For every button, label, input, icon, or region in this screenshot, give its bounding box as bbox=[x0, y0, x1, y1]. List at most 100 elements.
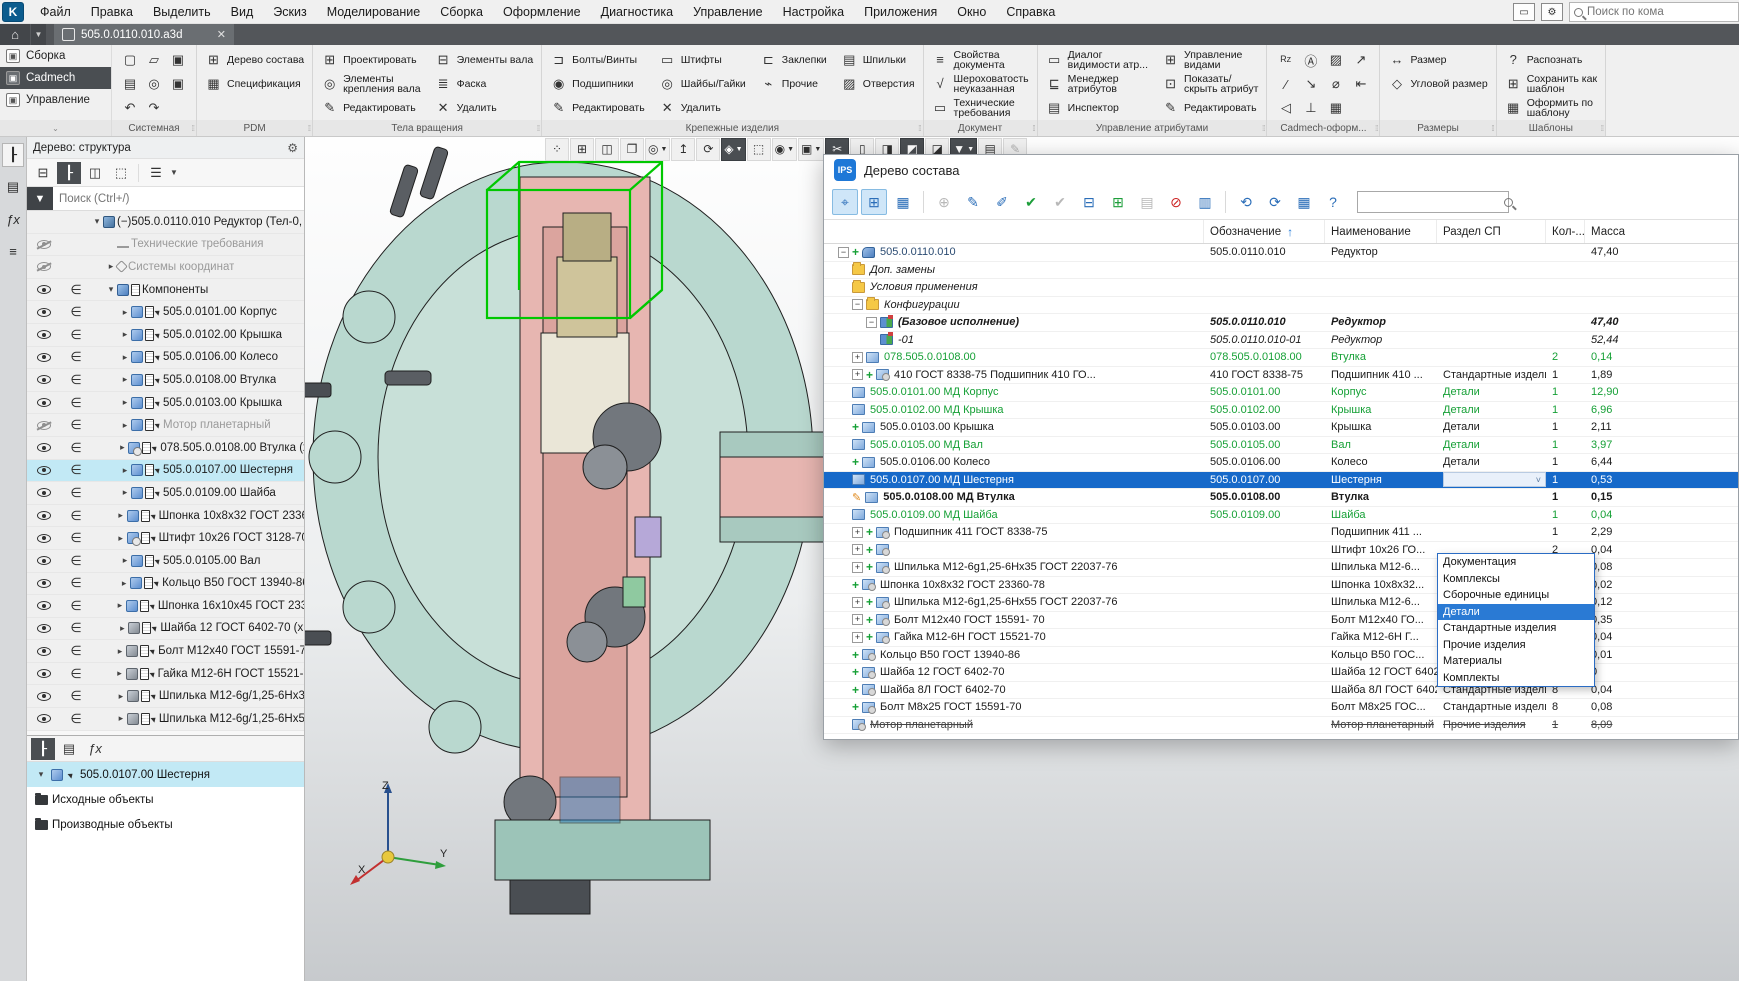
ribbon-tool-icon[interactable]: ∕ bbox=[1285, 77, 1287, 92]
home-icon[interactable]: ⌂ bbox=[0, 24, 30, 45]
table-row[interactable]: ++Подшипник 411 ГОСТ 8338-75Подшипник 41… bbox=[824, 524, 1738, 542]
ribbon-button[interactable]: ✎Редактировать bbox=[319, 96, 422, 120]
table-row[interactable]: 505.0.0107.00 МД Шестерня505.0.0107.00Ше… bbox=[824, 472, 1738, 490]
composition-tool-icon[interactable]: ⊘ bbox=[1163, 189, 1189, 215]
ribbon-tool-icon[interactable]: ᴿᶻ bbox=[1281, 53, 1292, 68]
ribbon-tab-управление[interactable]: ▣Управление bbox=[0, 89, 111, 111]
tree-panel-icon[interactable]: ┠ bbox=[2, 143, 24, 167]
composition-search-input[interactable] bbox=[1362, 196, 1504, 208]
menu-item-выделить[interactable]: Выделить bbox=[143, 0, 221, 24]
ribbon-tool-icon[interactable]: Ⓐ bbox=[1304, 51, 1317, 70]
menu-item-сборка[interactable]: Сборка bbox=[430, 0, 493, 24]
ribbon-tool-icon[interactable]: ⇤ bbox=[1355, 76, 1366, 92]
expander-icon[interactable]: ▸ bbox=[119, 307, 131, 318]
subpanel-fx-tab-icon[interactable]: ƒx bbox=[83, 738, 107, 760]
ribbon-tool-icon[interactable]: ↘ bbox=[1305, 76, 1316, 92]
viewport-tool-icon[interactable]: ◫ bbox=[595, 138, 619, 161]
ribbon-button[interactable]: ⊞Сохранить как шаблон bbox=[1503, 72, 1599, 96]
table-row[interactable]: ++Штифт 10x26 ГО...20,04 bbox=[824, 542, 1738, 560]
visibility-eye-icon[interactable] bbox=[37, 308, 51, 317]
ribbon-tool-icon[interactable]: ▦ bbox=[1330, 100, 1342, 116]
tree-item[interactable]: ▾(−)505.0.0110.010 Редуктор (Тел-0, С bbox=[27, 211, 304, 234]
expander-box-icon[interactable]: − bbox=[852, 299, 863, 310]
ribbon-tool-icon[interactable]: ▨ bbox=[1330, 52, 1342, 68]
column-section[interactable]: Раздел СП bbox=[1437, 220, 1546, 243]
composition-tool-icon[interactable]: ▤ bbox=[1134, 189, 1160, 215]
ribbon-tool-icon[interactable]: ↶ bbox=[125, 100, 136, 116]
ribbon-button[interactable]: ◎Шайбы/Гайки bbox=[657, 72, 748, 96]
visibility-eye-icon[interactable] bbox=[37, 240, 51, 249]
tree-item[interactable]: ∈▸Мотор планетарный bbox=[27, 414, 304, 437]
parameters-panel-icon[interactable]: ▤ bbox=[2, 175, 24, 199]
tree-item[interactable]: ∈▸Штифт 10x26 ГОСТ 3128-70 (x2) bbox=[27, 527, 304, 550]
tree-item[interactable]: ∈▸Гайка М12-6Н ГОСТ 15521-70 (x4) bbox=[27, 663, 304, 686]
tree-item[interactable]: ∈▸Шайба 12 ГОСТ 6402-70 (x11) bbox=[27, 618, 304, 641]
ribbon-tab-сборка[interactable]: ▣Сборка bbox=[0, 45, 111, 67]
close-icon[interactable]: ✕ bbox=[217, 28, 226, 41]
ribbon-button[interactable]: ⌁Прочие bbox=[758, 72, 829, 96]
composition-search[interactable] bbox=[1357, 191, 1509, 213]
tree-item[interactable]: ∈▸505.0.0101.00 Корпус bbox=[27, 301, 304, 324]
visibility-eye-icon[interactable] bbox=[37, 534, 51, 543]
expander-icon[interactable]: ▸ bbox=[119, 420, 131, 431]
table-row[interactable]: +Кольцо В50 ГОСТ 13940-86Кольцо В50 ГОС.… bbox=[824, 647, 1738, 665]
tree-item[interactable]: ∈▸Болт М12x40 ГОСТ 15591-70 (x7) bbox=[27, 640, 304, 663]
tree-item[interactable]: ∈▸505.0.0106.00 Колесо bbox=[27, 347, 304, 370]
document-tab[interactable]: 505.0.0110.010.a3d ✕ bbox=[54, 24, 234, 45]
expander-icon[interactable]: ▸ bbox=[115, 691, 127, 702]
composition-tool-icon[interactable]: ✔ bbox=[1047, 189, 1073, 215]
tree-item[interactable]: ∈▸505.0.0105.00 Вал bbox=[27, 550, 304, 573]
tree-item[interactable]: ▸Системы координат bbox=[27, 256, 304, 279]
ribbon-button[interactable]: ✕Удалить bbox=[657, 96, 748, 120]
dropdown-option[interactable]: Стандартные изделия bbox=[1438, 620, 1594, 637]
expander-icon[interactable]: ▸ bbox=[115, 713, 127, 724]
composition-tool-icon[interactable]: ⊟ bbox=[1076, 189, 1102, 215]
tree-item[interactable]: ∈▸Шпонка 16x10x45 ГОСТ 23360-78 bbox=[27, 595, 304, 618]
ribbon-button[interactable]: ✎Редактировать bbox=[1160, 96, 1260, 120]
menu-item-моделирование[interactable]: Моделирование bbox=[317, 0, 431, 24]
ribbon-button[interactable]: ⊡Показать/ скрыть атрибут bbox=[1160, 72, 1260, 96]
expander-box-icon[interactable]: + bbox=[852, 597, 863, 608]
expander-box-icon[interactable]: − bbox=[838, 247, 849, 258]
tree-item[interactable]: ∈▸505.0.0109.00 Шайба bbox=[27, 482, 304, 505]
expander-icon[interactable]: ▸ bbox=[114, 600, 126, 611]
expander-box-icon[interactable]: + bbox=[852, 352, 863, 363]
expander-icon[interactable]: ▸ bbox=[119, 555, 131, 566]
viewport-tool-icon[interactable]: ⬚ bbox=[747, 138, 771, 161]
ribbon-tool-icon[interactable]: ▢ bbox=[124, 52, 136, 68]
ribbon-button[interactable]: ⊟Элементы вала bbox=[433, 48, 536, 72]
tree-item[interactable]: ∈▸Шпилька М12-6g/1,25-6Hx55 ГО bbox=[27, 708, 304, 731]
expander-icon[interactable]: ▸ bbox=[115, 510, 127, 521]
composition-tool-icon[interactable]: ▦ bbox=[890, 189, 916, 215]
ribbon-button[interactable]: ⊏Заклепки bbox=[758, 48, 829, 72]
expander-icon[interactable]: ▸ bbox=[119, 465, 131, 476]
ribbon-button[interactable]: ◇Угловой размер bbox=[1386, 72, 1489, 96]
composition-tool-icon[interactable]: ? bbox=[1320, 189, 1346, 215]
ribbon-button[interactable]: ✕Удалить bbox=[433, 96, 536, 120]
table-row[interactable]: Доп. замены bbox=[824, 262, 1738, 280]
visibility-eye-icon[interactable] bbox=[37, 511, 51, 520]
menu-item-оформление[interactable]: Оформление bbox=[493, 0, 591, 24]
visibility-eye-icon[interactable] bbox=[37, 353, 51, 362]
visibility-eye-icon[interactable] bbox=[37, 601, 51, 610]
ribbon-tool-icon[interactable]: ◎ bbox=[148, 76, 159, 92]
composition-tool-icon[interactable]: ⟲ bbox=[1233, 189, 1259, 215]
table-row[interactable]: +505.0.0103.00 Крышка505.0.0103.00Крышка… bbox=[824, 419, 1738, 437]
subpanel-folder-derived[interactable]: Производные объекты bbox=[27, 812, 304, 837]
visibility-eye-icon[interactable] bbox=[37, 556, 51, 565]
column-name[interactable]: Наименование bbox=[1325, 220, 1437, 243]
ribbon-button[interactable]: ▤Инспектор bbox=[1044, 96, 1150, 120]
ribbon-tool-icon[interactable]: ▣ bbox=[172, 52, 184, 68]
tree-docs-icon[interactable]: ◫ bbox=[83, 162, 107, 184]
subpanel-selected-item[interactable]: ▾ 505.0.0107.00 Шестерня bbox=[27, 762, 304, 787]
expander-icon[interactable]: ▸ bbox=[119, 397, 131, 408]
gear-icon[interactable]: ⚙ bbox=[287, 141, 298, 155]
section-combobox[interactable]: ˅ bbox=[1437, 472, 1546, 489]
filter-funnel-icon[interactable]: ▼ bbox=[27, 187, 53, 210]
ribbon-button[interactable]: ◎Элементы крепления вала bbox=[319, 72, 422, 96]
composition-tool-icon[interactable]: ⌖ bbox=[832, 189, 858, 215]
expander-box-icon[interactable]: + bbox=[852, 614, 863, 625]
expander-icon[interactable]: ▾ bbox=[105, 284, 117, 295]
viewport-tool-icon[interactable]: ◎▼ bbox=[645, 138, 670, 161]
menu-item-приложения[interactable]: Приложения bbox=[854, 0, 947, 24]
